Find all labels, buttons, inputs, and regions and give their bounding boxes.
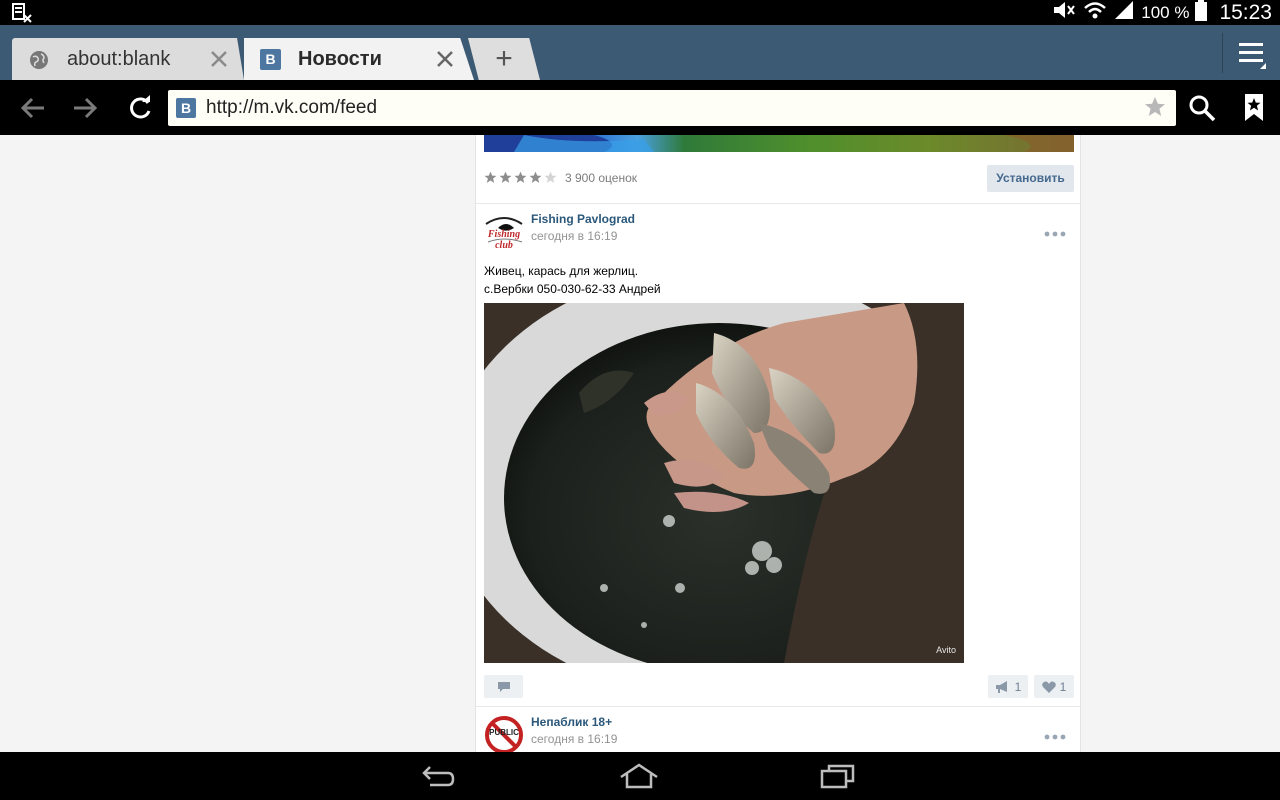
home-nav-button[interactable]: [619, 763, 658, 789]
search-button[interactable]: [1187, 93, 1217, 123]
megaphone-icon: [995, 680, 1007, 693]
divider: [1222, 33, 1223, 73]
more-options-icon[interactable]: [1044, 225, 1066, 237]
vk-icon: B: [176, 98, 196, 118]
like-button[interactable]: 1: [1034, 675, 1074, 698]
repost-button[interactable]: 1: [988, 675, 1028, 698]
system-nav-bar: [0, 752, 1280, 800]
app-promo-row: 3 900 оценок Установить: [484, 165, 1074, 193]
install-button[interactable]: Установить: [987, 165, 1074, 192]
more-options-icon[interactable]: [1044, 728, 1066, 740]
post-time[interactable]: сегодня в 16:19: [531, 229, 617, 243]
comment-button[interactable]: [484, 675, 523, 698]
avatar-caption: PUBLIC: [489, 728, 519, 737]
star-icon[interactable]: [1144, 96, 1166, 118]
photo-watermark: Avito: [936, 645, 956, 655]
forward-button[interactable]: [70, 93, 100, 123]
post-actions: 1 1: [484, 675, 1074, 698]
star-filled-icon: [499, 171, 512, 183]
comment-icon: [497, 681, 510, 692]
like-count: 1: [1059, 679, 1067, 694]
plus-icon: +: [495, 42, 513, 75]
post-author[interactable]: Fishing Pavlograd: [531, 212, 635, 226]
page-viewport[interactable]: 3 900 оценок Установить Fishing club Fis…: [0, 135, 1280, 752]
news-feed: 3 900 оценок Установить Fishing club Fis…: [475, 135, 1081, 752]
post-author[interactable]: Непаблик 18+: [531, 715, 612, 729]
post-header: Fishing club Fishing Pavlograd сегодня в…: [484, 212, 1074, 252]
status-bar: 100 % 15:23: [0, 0, 1280, 25]
url-text[interactable]: http://m.vk.com/feed: [206, 97, 377, 119]
recent-apps-button[interactable]: [820, 763, 856, 789]
star-empty-icon: [544, 171, 557, 183]
no-sim-icon: [12, 3, 32, 23]
avatar-caption: Fishing club: [487, 229, 521, 251]
post-text-line: с.Вербки 050-030-62-33 Андрей: [484, 282, 661, 296]
back-button[interactable]: [18, 93, 48, 123]
tab-strip: about:blank B Новости +: [0, 25, 1280, 80]
ratings-count: 3 900 оценок: [565, 171, 637, 185]
browser-toolbar: B http://m.vk.com/feed: [0, 80, 1280, 135]
app-banner-image[interactable]: [484, 135, 1074, 152]
vk-icon: B: [260, 49, 281, 70]
tab-title: Новости: [298, 48, 382, 70]
post-header: PUBLIC Непаблик 18+ сегодня в 16:19: [484, 715, 1074, 752]
heart-icon: [1041, 681, 1056, 693]
divider: [476, 203, 1080, 204]
post-time[interactable]: сегодня в 16:19: [531, 732, 617, 746]
star-filled-icon: [484, 171, 497, 183]
back-nav-button[interactable]: [420, 763, 456, 789]
address-bar[interactable]: B http://m.vk.com/feed: [168, 90, 1176, 126]
rating-stars: [484, 171, 557, 184]
clock: 15:23: [1219, 0, 1272, 24]
menu-button[interactable]: [1236, 40, 1268, 70]
tab-title: about:blank: [67, 48, 171, 70]
battery-percent: 100 %: [1141, 2, 1190, 22]
star-filled-icon: [514, 171, 527, 183]
repost-count: 1: [1014, 679, 1022, 694]
avatar[interactable]: Fishing club: [484, 212, 524, 252]
post-photo[interactable]: Avito: [484, 303, 964, 663]
mute-icon: [1051, 0, 1077, 25]
wifi-icon: [1083, 0, 1107, 25]
divider: [476, 706, 1080, 707]
post-text: Живец, карась для жерлиц. с.Вербки 050-0…: [484, 262, 661, 298]
new-tab-button[interactable]: +: [468, 38, 540, 80]
avatar[interactable]: PUBLIC: [484, 715, 524, 752]
close-icon[interactable]: [434, 48, 456, 70]
close-icon[interactable]: [208, 48, 230, 70]
reload-button[interactable]: [125, 93, 155, 123]
bookmarks-button[interactable]: [1240, 93, 1270, 123]
globe-icon: [28, 49, 50, 71]
tab-about-blank[interactable]: about:blank: [12, 38, 244, 80]
battery-icon: [1195, 0, 1208, 26]
signal-icon: [1113, 0, 1135, 25]
post-text-line: Живец, карась для жерлиц.: [484, 264, 639, 278]
tab-novosti[interactable]: B Новости: [244, 38, 474, 80]
star-filled-icon: [529, 171, 542, 183]
